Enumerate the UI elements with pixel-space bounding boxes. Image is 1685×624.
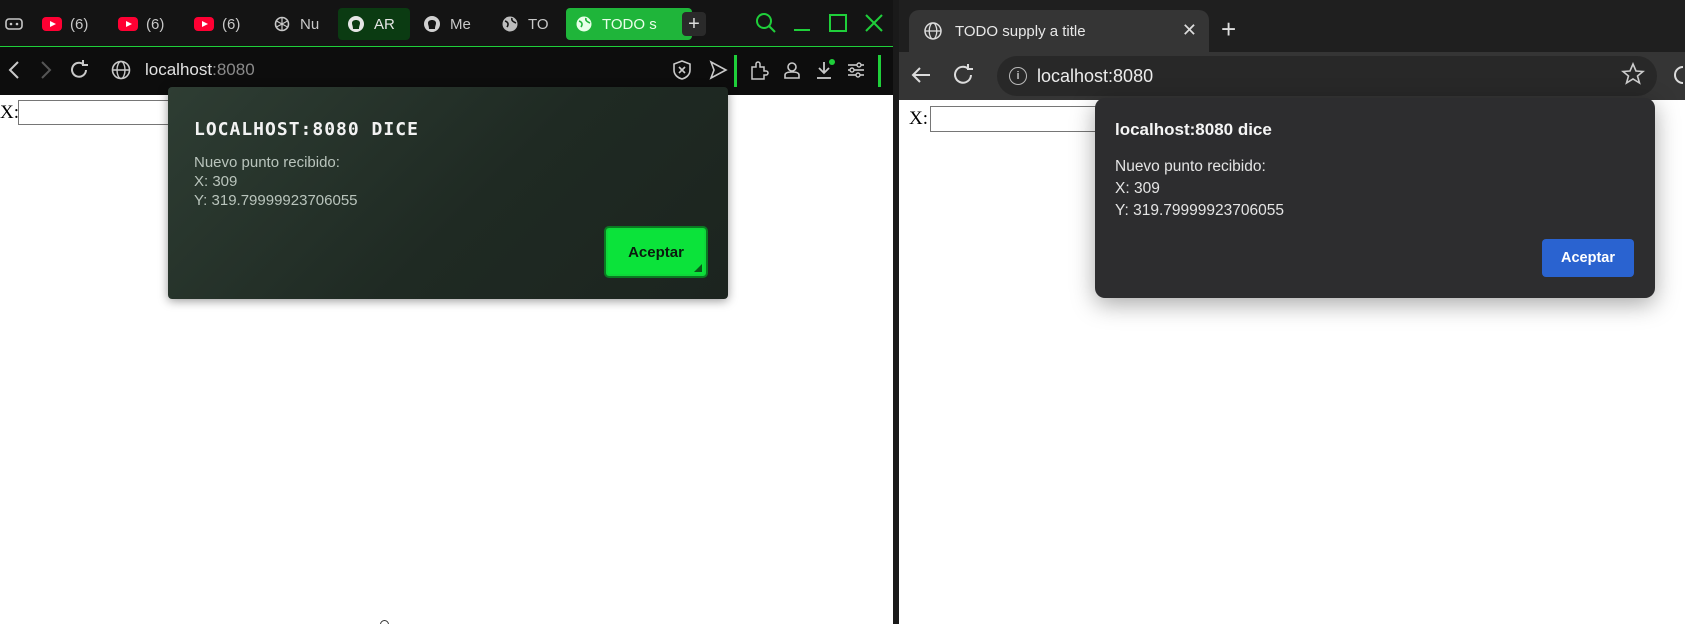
globe-icon (923, 21, 943, 41)
left-browser-window: (6) (6) (6) Nu AR Me TO TODO s + localho… (0, 0, 893, 624)
send-icon[interactable] (708, 59, 728, 86)
tab-github-me[interactable]: Me (422, 8, 478, 40)
new-tab-button[interactable]: + (682, 12, 706, 36)
x-label: X: (909, 108, 928, 129)
settings-sliders-icon[interactable] (846, 59, 866, 86)
alert-dialog: LOCALHOST:8080 DICE Nuevo punto recibido… (168, 87, 728, 299)
profile-icon[interactable] (782, 59, 802, 86)
tab-label: (6) (146, 15, 165, 33)
github-icon (346, 14, 366, 34)
url-host: localhost (145, 60, 213, 79)
tab-github-ar[interactable]: AR (338, 8, 410, 40)
tab-game[interactable] (4, 8, 24, 40)
tab-label: TODO s (602, 15, 657, 33)
dialog-message: Nuevo punto recibido: X: 309 Y: 319.7999… (194, 154, 358, 209)
dialog-title: localhost:8080 dice (1115, 120, 1272, 139)
mouse-cursor-icon (380, 620, 389, 624)
accent-divider (878, 55, 881, 87)
search-icon[interactable] (754, 12, 778, 36)
openai-icon (272, 14, 292, 34)
tab-title: TODO supply a title (955, 22, 1086, 40)
right-browser-window: TODO supply a title ✕ + i localhost:8080… (899, 0, 1685, 624)
dialog-title: LOCALHOST:8080 DICE (194, 119, 419, 140)
tab-youtube-1[interactable]: (6) (42, 8, 98, 40)
tab-youtube-2[interactable]: (6) (118, 8, 174, 40)
extensions-icon[interactable] (748, 59, 770, 86)
omnibox[interactable]: i localhost:8080 (997, 56, 1657, 96)
globe-icon (110, 59, 132, 85)
reload-icon[interactable] (951, 63, 975, 92)
tab-bar: (6) (6) (6) Nu AR Me TO TODO s + (0, 0, 893, 47)
accent-divider (734, 55, 737, 87)
close-icon[interactable] (862, 12, 886, 36)
minimize-icon[interactable] (790, 12, 814, 36)
youtube-icon (42, 14, 62, 34)
dialog-message: Nuevo punto recibido: X: 309 Y: 319.7999… (1115, 158, 1284, 219)
tab-label: (6) (70, 15, 89, 33)
forward-icon[interactable] (38, 59, 54, 85)
x-label: X: (0, 102, 19, 123)
youtube-icon (118, 14, 138, 34)
tab-label: Nu (300, 15, 320, 33)
globe-icon (500, 14, 520, 34)
tab-todo[interactable]: TO (500, 8, 556, 40)
extension-icon[interactable] (1673, 63, 1685, 92)
tab-todo[interactable]: TODO supply a title ✕ (909, 10, 1209, 52)
tab-chatgpt[interactable]: Nu (272, 8, 324, 40)
site-info-icon[interactable]: i (1009, 67, 1027, 85)
tab-youtube-3[interactable]: (6) (194, 8, 250, 40)
tab-label: TO (528, 15, 549, 33)
accept-button[interactable]: Aceptar (1542, 239, 1634, 277)
tab-label: Me (450, 15, 471, 33)
back-icon[interactable] (6, 59, 22, 85)
ad-block-icon[interactable] (672, 59, 692, 86)
back-icon[interactable] (909, 63, 933, 92)
accept-button[interactable]: Aceptar (604, 226, 708, 278)
download-icon[interactable] (814, 59, 836, 86)
url-port: :8080 (212, 60, 255, 79)
tab-label: (6) (222, 15, 241, 33)
alert-dialog: localhost:8080 dice Nuevo punto recibido… (1095, 98, 1655, 298)
bookmark-star-icon[interactable] (1620, 61, 1646, 92)
new-tab-button[interactable]: + (1221, 14, 1236, 45)
url-field[interactable]: localhost:8080 (145, 60, 255, 80)
gamepad-icon (4, 14, 24, 34)
tab-todo-active[interactable]: TODO s (566, 8, 692, 40)
url-text: localhost:8080 (1037, 66, 1154, 86)
maximize-icon[interactable] (826, 12, 850, 36)
tab-bar: TODO supply a title ✕ + (899, 0, 1685, 52)
toolbar: i localhost:8080 (899, 52, 1685, 100)
globe-icon (574, 14, 594, 34)
x-input[interactable] (930, 106, 1102, 132)
reload-icon[interactable] (68, 59, 90, 85)
github-icon (422, 14, 442, 34)
x-input[interactable] (18, 100, 180, 125)
tab-label: AR (374, 15, 395, 33)
close-tab-icon[interactable]: ✕ (1182, 20, 1197, 41)
youtube-icon (194, 14, 214, 34)
